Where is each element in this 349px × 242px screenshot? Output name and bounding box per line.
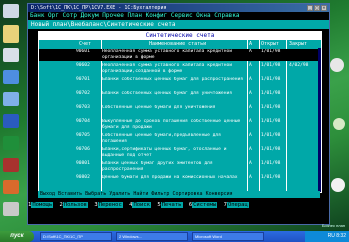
table-row[interactable]: 90801 Бланки ценных бумаг других эмитент… (39, 161, 321, 173)
breadcrumb: Новый план\Внебаланс\Синтетические счета (28, 20, 329, 29)
function-key-bar: 1Помощь 2Пользов 3Перенос 4Поиск 5Печать… (28, 201, 329, 210)
minimize-icon[interactable]: _ (307, 5, 313, 11)
maximize-icon[interactable]: □ (314, 5, 320, 11)
window-title: D:\Soft\1С_ПК\1С_ПР\1CV7.EXE - 1С:Бухгал… (31, 5, 167, 11)
flower-decoration (333, 118, 345, 130)
fn-user[interactable]: Пользов (62, 202, 88, 208)
menu-bar[interactable]: Банк Орг Сотр Докум Прочее План Конфиг С… (28, 12, 329, 20)
fn-systems[interactable]: Системы (192, 202, 218, 208)
fn-transfer[interactable]: Перенос (97, 202, 123, 208)
taskbar: пуск D:\Soft\1С_ПК\1С_ПР 2 Windows... Mi… (0, 231, 349, 242)
taskbar-item[interactable]: D:\Soft\1С_ПК\1С_ПР (40, 232, 112, 241)
word-icon[interactable] (3, 114, 19, 128)
table-row[interactable]: 90602 Неоплаченная сумма уставного капит… (39, 63, 321, 75)
flower-decoration (331, 178, 345, 192)
outlook-express-icon[interactable] (3, 92, 19, 106)
shortcut-icon[interactable] (3, 202, 19, 216)
powerpoint-icon[interactable] (3, 180, 19, 194)
table-row[interactable]: 90802 Ценные бумаги для продажи на комис… (39, 175, 321, 187)
fn-search[interactable]: Поиск (132, 202, 151, 208)
header-name: Наименование статьи (149, 41, 207, 47)
start-button[interactable]: пуск (0, 231, 34, 242)
window-titlebar[interactable]: D:\Soft\1С_ПК\1С_ПР\1CV7.EXE - 1С:Бухгал… (28, 4, 329, 12)
fn-print[interactable]: Печать (160, 202, 183, 208)
dialog-title: Синтетические счета (39, 32, 321, 40)
recycle-bin-icon[interactable] (3, 48, 19, 62)
header-x: А (249, 41, 253, 47)
fn-operations[interactable]: Операц (226, 202, 249, 208)
table-header: Счет Наименование статьи А Открыт Закрыт (39, 40, 321, 48)
access-icon[interactable] (3, 158, 19, 172)
header-code: Счет (79, 41, 92, 47)
header-open: Открыт (261, 41, 280, 47)
dialog-button-bar[interactable]: Выход Вставить Выбрать Удалить Найти Фил… (38, 191, 320, 198)
taskbar-item[interactable]: Microsoft Word (192, 232, 264, 241)
accounts-table: 90601 Неоплаченная сумма уставного капит… (39, 49, 321, 191)
table-row[interactable]: 90701 Бланки собственных ценных бумаг дл… (39, 77, 321, 89)
accounts-dialog: Синтетические счета Счет Наименование ст… (38, 31, 322, 193)
excel-icon[interactable] (3, 136, 19, 150)
my-documents-icon[interactable] (3, 25, 19, 43)
internet-explorer-icon[interactable] (3, 70, 19, 84)
table-row[interactable]: 90704 Выкупленные до сроков погашения со… (39, 119, 321, 131)
fn-help[interactable]: Помощь (31, 202, 54, 208)
table-row[interactable]: 90706 Бланки,сертификаты ценных бумаг, о… (39, 147, 321, 159)
app-window: D:\Soft\1С_ПК\1С_ПР\1CV7.EXE - 1С:Бухгал… (27, 3, 330, 225)
flower-decoration (330, 58, 344, 72)
table-row[interactable]: 90705 Собственные ценные бумаги,предъявл… (39, 133, 321, 145)
system-tray-clock: RU 8:32 (305, 231, 349, 242)
watermark: Бизнес план (321, 223, 345, 228)
table-row[interactable]: 90703 Собственные ценные бумаги для унич… (39, 105, 321, 117)
close-icon[interactable]: × (321, 5, 327, 11)
table-row[interactable]: 90601 Неоплаченная сумма уставного капит… (39, 49, 321, 61)
taskbar-item[interactable]: 2 Windows... (116, 232, 188, 241)
header-close: Закрыт (289, 41, 308, 47)
table-scrollbar[interactable] (318, 48, 321, 192)
table-row[interactable]: 90702 Бланки собственных ценных бумаг дл… (39, 91, 321, 103)
my-computer-icon[interactable] (3, 4, 19, 18)
